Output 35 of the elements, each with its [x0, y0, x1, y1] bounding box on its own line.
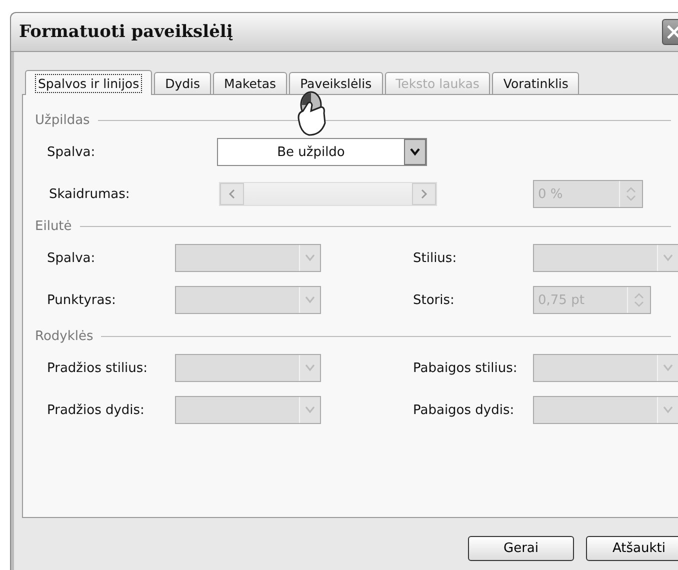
tab[interactable]: Paveikslėlis — [289, 72, 383, 94]
chevron-right-icon — [420, 189, 428, 199]
window-title: Formatuoti paveikslėlį — [19, 22, 233, 42]
chevron-down-icon — [304, 253, 316, 263]
field-label: Pabaigos dydis: — [413, 402, 516, 418]
tab[interactable]: Maketas — [213, 72, 288, 94]
close-icon — [665, 23, 678, 41]
tab[interactable]: Voratinklis — [492, 72, 580, 94]
chevron-down-icon — [662, 363, 674, 373]
field-label: Spalva: — [46, 144, 96, 160]
cancel-button[interactable]: Atšaukti — [586, 536, 678, 561]
tab[interactable]: Dydis — [154, 72, 212, 94]
section-heading: Eilutė — [35, 218, 72, 234]
section-heading: Užpildas — [35, 112, 90, 128]
field-label: Pradžios stilius: — [47, 360, 149, 376]
field-label: Pabaigos stilius: — [413, 360, 518, 376]
chevron-left-icon — [228, 189, 236, 199]
field-label: Storis: — [413, 292, 456, 308]
chevron-down-icon — [409, 147, 421, 157]
section-heading: Rodyklės — [35, 328, 94, 344]
spin-arrows-icon — [634, 291, 644, 309]
chevron-down-icon — [662, 253, 674, 263]
field-label: Punktyras: — [47, 292, 117, 308]
chevron-down-icon — [304, 405, 316, 415]
chevron-down-icon — [304, 363, 316, 373]
chevron-down-icon — [662, 405, 674, 415]
ok-button[interactable]: Gerai — [468, 536, 574, 561]
color-dropdown[interactable]: Be užpildo — [217, 138, 427, 166]
field-label: Pradžios dydis: — [47, 402, 146, 418]
field-label: Stilius: — [413, 250, 458, 266]
chevron-down-icon — [304, 295, 316, 305]
tab[interactable]: Spalvos ir linijos — [25, 70, 152, 95]
field-label: Spalva: — [47, 250, 96, 266]
field-label: Skaidrumas: — [48, 186, 131, 202]
spin-arrows-icon — [626, 185, 636, 203]
